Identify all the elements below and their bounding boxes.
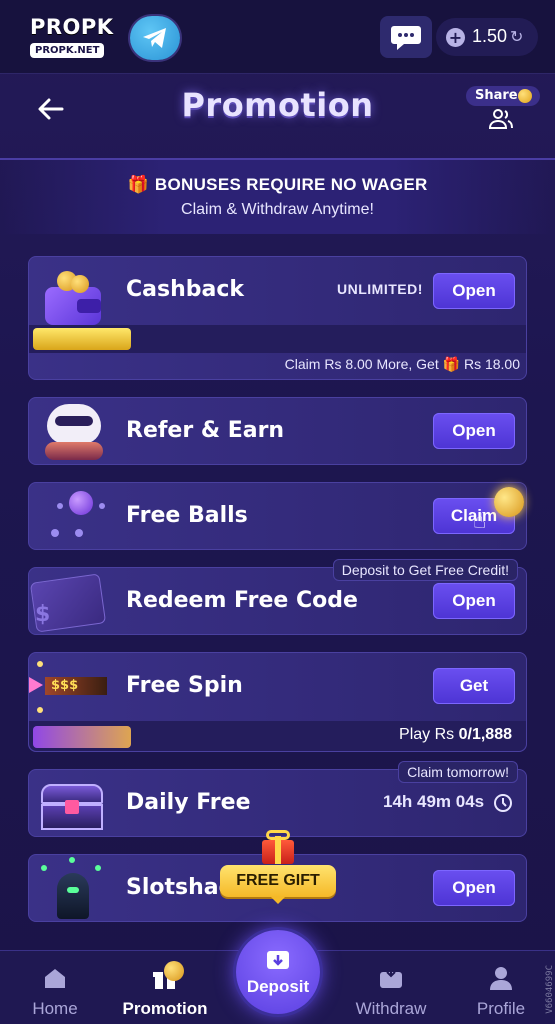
cashback-note: Claim Rs 8.00 More, Get 🎁 Rs 18.00	[285, 356, 520, 373]
balls-icon	[49, 489, 109, 545]
spin-progress-fill	[33, 726, 131, 748]
deposit-credit-tag: Deposit to Get Free Credit!	[332, 559, 518, 581]
wallet-icon	[43, 269, 105, 325]
app-root: PROPK PROPK.NET + 1.50 ↻ Promotion Share	[0, 0, 555, 1024]
logo-text: PROPK	[30, 15, 114, 39]
free-gift-button[interactable]: FREE GIFT	[220, 865, 336, 904]
bonus-banner: 🎁 BONUSES REQUIRE NO WAGER Claim & Withdr…	[0, 158, 555, 234]
cashback-badge: UNLIMITED!	[337, 281, 423, 297]
banner-line1: BONUSES REQUIRE NO WAGER	[154, 175, 428, 194]
ticket-icon: $	[29, 572, 107, 633]
nav-profile[interactable]: Profile	[446, 951, 555, 1024]
redeem-code-title: Redeem Free Code	[126, 588, 358, 613]
users-icon	[488, 109, 513, 129]
pointer-hand-icon: ☝	[473, 509, 487, 534]
play-label: Play Rs	[399, 726, 455, 743]
cashback-card[interactable]: Cashback UNLIMITED! Open Claim Rs 8.00 M…	[28, 256, 527, 380]
cashback-open-button[interactable]: Open	[433, 273, 515, 309]
spin-icon-label: $$$	[45, 677, 107, 695]
daily-free-title: Daily Free	[126, 790, 251, 815]
user-icon	[490, 967, 512, 990]
banner-headline: 🎁 BONUSES REQUIRE NO WAGER	[0, 175, 555, 195]
gift-icon: 🎁	[442, 356, 461, 372]
nav-promotion-label: Promotion	[122, 999, 208, 1018]
hacker-icon	[37, 857, 107, 921]
banner-line2: Claim & Withdraw Anytime!	[181, 201, 374, 218]
top-bar: PROPK PROPK.NET + 1.50 ↻	[0, 0, 555, 74]
spin-play-progress: Play Rs 0/1,888	[399, 726, 512, 744]
refer-earn-card[interactable]: Refer & Earn Open	[28, 397, 527, 465]
daily-timer: 14h 49m 04s	[383, 792, 485, 811]
redeem-open-button[interactable]: Open	[433, 583, 515, 619]
refer-open-button[interactable]: Open	[433, 413, 515, 449]
share-button[interactable]: Share	[466, 86, 540, 132]
nav-withdraw[interactable]: Withdraw	[336, 951, 446, 1024]
redeem-code-card[interactable]: $ Redeem Free Code Open Deposit to Get F…	[28, 559, 527, 635]
gift-box-icon[interactable]	[260, 828, 296, 864]
nav-withdraw-label: Withdraw	[355, 999, 427, 1018]
slotshack-open-button[interactable]: Open	[433, 870, 515, 906]
cat-mascot-icon	[41, 400, 107, 462]
free-balls-card[interactable]: Free Balls Claim ☝	[28, 482, 527, 550]
spin-icon: $$$	[29, 661, 115, 717]
nav-profile-label: Profile	[476, 999, 526, 1018]
refresh-icon[interactable]: ↻	[510, 27, 523, 46]
cashback-note-prefix: Claim Rs 8.00 More, Get	[284, 356, 439, 372]
deposit-icon	[267, 951, 289, 969]
spin-progress-bar	[33, 726, 131, 748]
free-spin-get-button[interactable]: Get	[433, 668, 515, 704]
treasure-chest-icon	[39, 778, 105, 832]
balance-pill[interactable]: + 1.50 ↻	[436, 18, 538, 56]
cashback-title: Cashback	[126, 277, 245, 302]
spin-progress-track: Play Rs 0/1,888	[29, 721, 526, 751]
balance-amount: 1.50	[472, 26, 508, 46]
cashback-note-suffix: Rs 18.00	[463, 356, 520, 372]
coin-icon	[494, 487, 524, 517]
free-spin-card[interactable]: $$$ Free Spin Get Play Rs 0/1,888	[28, 652, 527, 752]
telegram-icon[interactable]	[130, 16, 180, 60]
deposit-label: Deposit	[246, 977, 310, 996]
gift-icon: 🎁	[127, 175, 149, 194]
daily-free-card[interactable]: Daily Free 14h 49m 04s Claim tomorrow!	[28, 761, 527, 837]
chat-button[interactable]	[380, 16, 432, 58]
cashback-progress-fill	[33, 328, 131, 350]
slotshack-title: Slotshac	[126, 875, 232, 900]
home-icon	[45, 969, 65, 988]
coin-icon	[518, 89, 532, 103]
build-id: V6604699C	[545, 965, 555, 1014]
nav-home-label: Home	[32, 999, 78, 1018]
cashback-progress-track	[29, 325, 526, 353]
free-balls-title: Free Balls	[126, 503, 248, 528]
play-value: 0/1,888	[458, 726, 512, 743]
chat-icon	[391, 26, 421, 50]
claim-tomorrow-tag: Claim tomorrow!	[398, 761, 518, 783]
add-funds-icon[interactable]: +	[446, 28, 465, 47]
free-spin-title: Free Spin	[126, 673, 243, 698]
deposit-button[interactable]: Deposit	[236, 930, 320, 1014]
nav-home[interactable]: Home	[0, 951, 110, 1024]
clock-icon	[494, 794, 512, 812]
wallet-icon	[380, 967, 402, 988]
nav-promotion[interactable]: Promotion	[110, 951, 220, 1024]
coin-icon	[164, 961, 184, 981]
brand-logo[interactable]: PROPK PROPK.NET	[30, 15, 114, 60]
logo-subtext: PROPK.NET	[30, 43, 105, 58]
refer-earn-title: Refer & Earn	[126, 418, 285, 443]
